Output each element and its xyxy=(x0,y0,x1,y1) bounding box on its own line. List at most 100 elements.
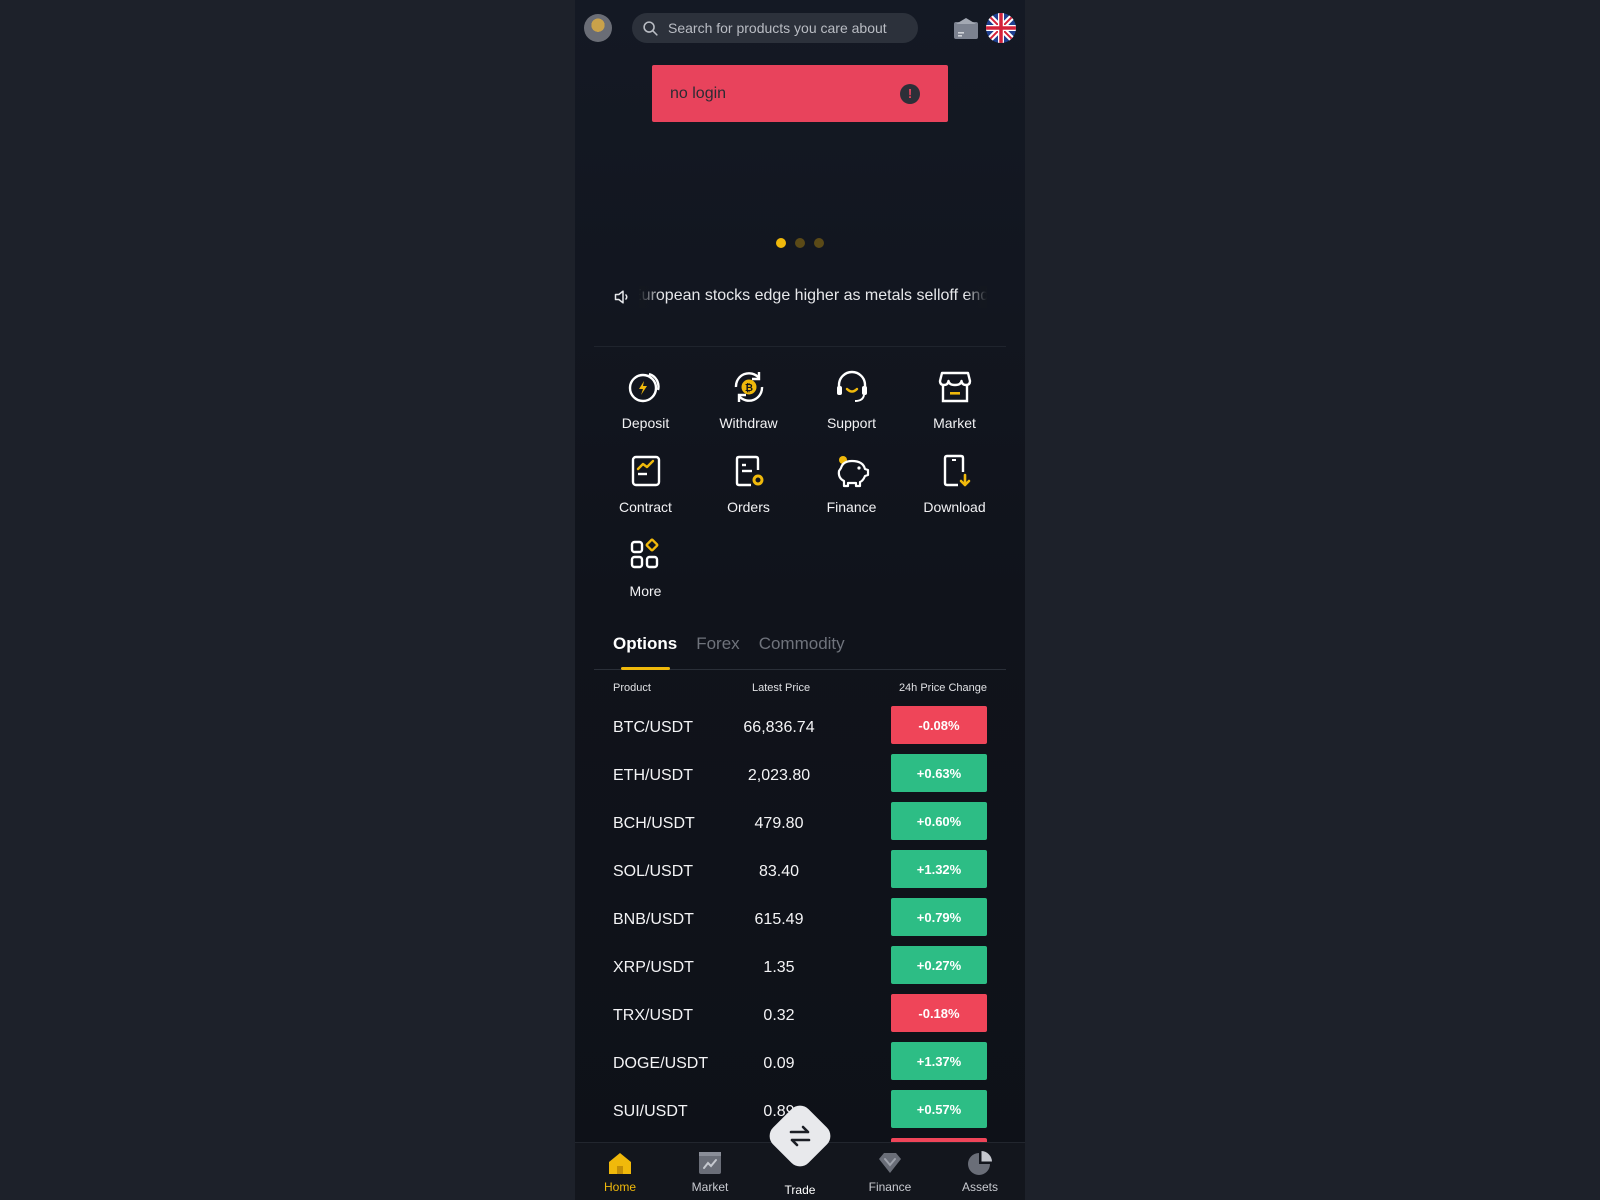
price-change-badge: +0.79% xyxy=(891,898,987,936)
market-button[interactable]: Market xyxy=(903,368,1006,438)
price-change-badge: +0.57% xyxy=(891,1090,987,1128)
deposit-icon xyxy=(628,372,660,403)
grid-label: Support xyxy=(826,415,877,431)
latest-price: 0.32 xyxy=(763,1007,795,1024)
finance-button[interactable]: Finance xyxy=(800,452,903,522)
contract-button[interactable]: Contract xyxy=(594,452,697,522)
price-change-badge: +1.37% xyxy=(891,1042,987,1080)
tab-forex[interactable]: Forex xyxy=(696,624,739,670)
search-icon xyxy=(643,20,658,36)
diamond-icon xyxy=(879,1153,901,1173)
nav-trade[interactable]: Trade xyxy=(755,1100,845,1200)
table-row[interactable]: TRX/USDT 0.32 -0.18% xyxy=(613,994,987,1042)
orders-button[interactable]: Orders xyxy=(697,452,800,522)
table-row[interactable]: BTC/USDT 66,836.74 -0.08% xyxy=(613,706,987,754)
pair-name: SOL/USDT xyxy=(613,863,694,880)
price-change-badge: +0.63% xyxy=(891,754,987,792)
withdraw-icon: ₿ xyxy=(734,372,763,402)
pair-name: XRP/USDT xyxy=(613,959,694,976)
price-change-badge: +1.32% xyxy=(891,850,987,888)
latest-price: 1.35 xyxy=(763,959,795,976)
latest-price: 479.80 xyxy=(754,815,804,832)
pie-chart-icon xyxy=(968,1151,992,1175)
withdraw-button[interactable]: ₿ Withdraw xyxy=(697,368,800,438)
quick-actions-grid: Deposit ₿ Withdraw Support Market Contra… xyxy=(594,368,1006,606)
support-icon xyxy=(836,370,867,402)
bottom-nav: Home Market Trade Finance Assets xyxy=(575,1100,1025,1200)
table-row[interactable]: BNB/USDT 615.49 +0.79% xyxy=(613,898,987,946)
market-chart-icon xyxy=(699,1152,721,1174)
table-header: Product Latest Price 24h Price Change xyxy=(613,682,987,698)
svg-text:₿: ₿ xyxy=(744,382,752,394)
market-icon xyxy=(938,371,971,403)
grid-label: Finance xyxy=(826,499,877,515)
latest-price: 66,836.74 xyxy=(743,719,815,736)
support-button[interactable]: Support xyxy=(800,368,903,438)
table-row[interactable]: BCH/USDT 479.80 +0.60% xyxy=(613,802,987,850)
speaker-icon xyxy=(614,290,628,304)
latest-price: 83.40 xyxy=(758,863,800,880)
message-icon[interactable] xyxy=(952,16,980,40)
tab-options[interactable]: Options xyxy=(613,624,677,670)
finance-icon xyxy=(837,456,869,488)
grid-label: Withdraw xyxy=(719,415,778,431)
table-row[interactable]: DOGE/USDT 0.09 +1.37% xyxy=(613,1042,987,1090)
alert-icon: ! xyxy=(900,83,920,104)
latest-price: 2,023.80 xyxy=(747,767,811,784)
pair-name: BNB/USDT xyxy=(613,911,694,928)
news-marquee[interactable]: European stocks edge higher as metals se… xyxy=(613,286,987,308)
nav-label: Finance xyxy=(868,1180,912,1194)
avatar[interactable] xyxy=(584,14,612,42)
error-toast: no login ! xyxy=(652,65,948,122)
grid-label: Download xyxy=(923,499,986,515)
nav-label: Trade xyxy=(784,1183,816,1197)
divider xyxy=(594,346,1006,347)
search-bar[interactable] xyxy=(632,13,918,43)
market-tabs: Options Forex Commodity xyxy=(594,624,1006,670)
uk-flag-icon[interactable] xyxy=(986,13,1016,43)
table-row[interactable]: ETH/USDT 2,023.80 +0.63% xyxy=(613,754,987,802)
carousel-dot[interactable] xyxy=(776,238,786,248)
grid-label: More xyxy=(629,583,662,599)
price-change-badge: +0.27% xyxy=(891,946,987,984)
nav-label: Market xyxy=(691,1180,729,1194)
latest-price: 615.49 xyxy=(754,911,804,928)
column-header-product: Product xyxy=(613,682,651,694)
table-row[interactable]: SOL/USDT 83.40 +1.32% xyxy=(613,850,987,898)
carousel-dots xyxy=(575,238,1025,248)
pair-name: TRX/USDT xyxy=(613,1007,693,1024)
contract-icon xyxy=(631,455,660,487)
grid-label: Market xyxy=(933,415,976,431)
pair-name: BTC/USDT xyxy=(613,719,693,736)
carousel-dot[interactable] xyxy=(814,238,824,248)
nav-home[interactable]: Home xyxy=(575,1143,665,1200)
pair-name: BCH/USDT xyxy=(613,815,695,832)
download-button[interactable]: Download xyxy=(903,452,1006,522)
nav-label: Home xyxy=(603,1180,636,1194)
swap-icon xyxy=(789,1125,811,1147)
pair-name: SUI/USDT xyxy=(613,1103,688,1120)
nav-finance[interactable]: Finance xyxy=(845,1143,935,1200)
home-icon xyxy=(609,1153,631,1174)
more-button[interactable]: More xyxy=(594,536,697,606)
tab-commodity[interactable]: Commodity xyxy=(759,624,845,670)
news-text: European stocks edge higher as metals se… xyxy=(639,287,987,304)
nav-market[interactable]: Market xyxy=(665,1143,755,1200)
toast-message: no login xyxy=(670,84,727,102)
orders-icon xyxy=(735,455,763,487)
search-input[interactable] xyxy=(668,20,908,36)
download-icon xyxy=(943,454,970,487)
pair-name: DOGE/USDT xyxy=(613,1055,709,1072)
price-change-badge: -0.18% xyxy=(891,994,987,1032)
grid-label: Orders xyxy=(727,499,770,515)
carousel-dot[interactable] xyxy=(795,238,805,248)
price-change-badge: +0.60% xyxy=(891,802,987,840)
column-header-price: Latest Price xyxy=(752,682,811,694)
price-change-badge: -0.08% xyxy=(891,706,987,744)
grid-label: Deposit xyxy=(621,415,670,431)
latest-price: 0.09 xyxy=(763,1055,795,1072)
grid-label: Contract xyxy=(619,499,672,515)
nav-assets[interactable]: Assets xyxy=(935,1143,1025,1200)
table-row[interactable]: XRP/USDT 1.35 +0.27% xyxy=(613,946,987,994)
deposit-button[interactable]: Deposit xyxy=(594,368,697,438)
